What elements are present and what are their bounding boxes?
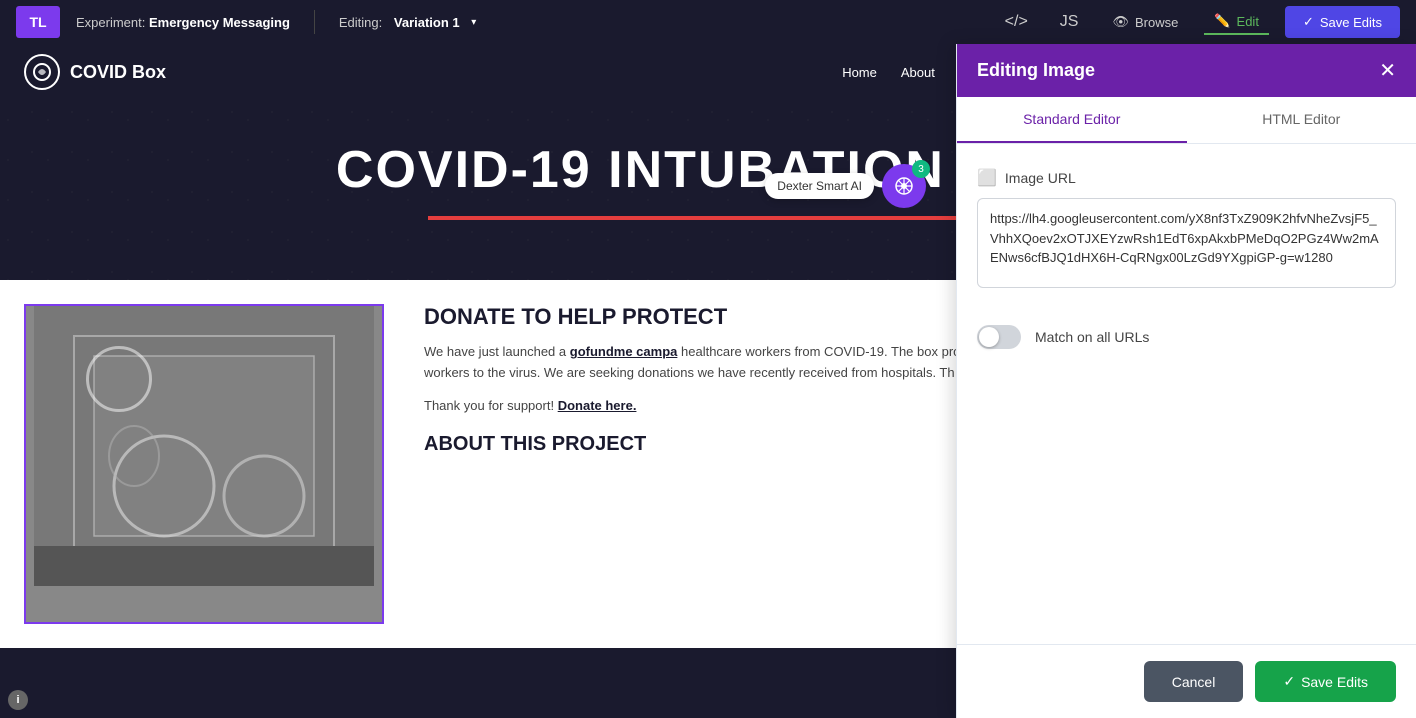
tab-standard-editor[interactable]: Standard Editor — [957, 97, 1187, 143]
cancel-button[interactable]: Cancel — [1144, 661, 1244, 702]
experiment-label: Experiment: Emergency Messaging — [76, 15, 290, 30]
toggle-row: Match on all URLs — [977, 325, 1396, 349]
save-edits-button-top[interactable]: ✓ Save Edits — [1285, 6, 1400, 38]
image-url-input[interactable]: https://lh4.googleusercontent.com/yX8nf3… — [977, 198, 1396, 288]
image-placeholder — [26, 306, 382, 586]
hero-underline — [428, 216, 988, 220]
site-logo-icon — [24, 54, 60, 90]
panel-title: Editing Image — [977, 60, 1095, 81]
match-urls-toggle[interactable] — [977, 325, 1021, 349]
code-view-button[interactable]: </> — [997, 9, 1036, 35]
toolbar-logo: TL — [16, 6, 60, 38]
image-url-label: ⬜ Image URL — [977, 168, 1396, 188]
site-logo-name: COVID Box — [70, 62, 166, 83]
ai-badge: 3 — [912, 160, 930, 178]
match-urls-label: Match on all URLs — [1035, 329, 1149, 345]
main-area: COVID Box Home About Request a box Make … — [0, 44, 1416, 718]
save-edits-button-panel[interactable]: ✓ Save Edits — [1255, 661, 1396, 702]
eye-icon: 👁 — [1112, 14, 1129, 30]
site-logo-area: COVID Box — [24, 54, 166, 90]
panel-body: ⬜ Image URL https://lh4.googleuserconten… — [957, 144, 1416, 644]
toolbar: TL Experiment: Emergency Messaging Editi… — [0, 0, 1416, 44]
edit-panel: Editing Image ✕ Standard Editor HTML Edi… — [956, 44, 1416, 718]
ai-assistant-area: Dexter Smart AI 3 — [765, 164, 926, 208]
image-icon: ⬜ — [977, 168, 997, 188]
content-image[interactable] — [24, 304, 384, 624]
toggle-thumb — [979, 327, 999, 347]
info-icon[interactable]: i — [8, 690, 28, 710]
ai-icon-button[interactable]: 3 — [882, 164, 926, 208]
chevron-down-icon: ▾ — [471, 17, 476, 28]
tab-html-editor[interactable]: HTML Editor — [1187, 97, 1416, 143]
pencil-icon: ✏️ — [1214, 13, 1230, 29]
panel-tabs: Standard Editor HTML Editor — [957, 97, 1416, 144]
gofundme-link[interactable]: gofundme campa — [570, 344, 678, 359]
check-icon: ✓ — [1303, 14, 1314, 30]
js-button[interactable]: JS — [1052, 9, 1087, 35]
nav-home[interactable]: Home — [842, 65, 877, 80]
panel-close-button[interactable]: ✕ — [1379, 61, 1396, 81]
donate-here-link[interactable]: Donate here. — [558, 398, 637, 413]
panel-footer: Cancel ✓ Save Edits — [957, 644, 1416, 718]
nav-about[interactable]: About — [901, 65, 935, 80]
edit-button[interactable]: ✏️ Edit — [1204, 9, 1269, 35]
toolbar-divider — [314, 10, 315, 34]
panel-header: Editing Image ✕ — [957, 44, 1416, 97]
check-icon-panel: ✓ — [1283, 673, 1295, 690]
variation-selector[interactable]: Editing: Variation 1 ▾ — [339, 15, 476, 30]
ai-label: Dexter Smart AI — [765, 173, 874, 199]
browse-button[interactable]: 👁 Browse — [1102, 10, 1188, 34]
